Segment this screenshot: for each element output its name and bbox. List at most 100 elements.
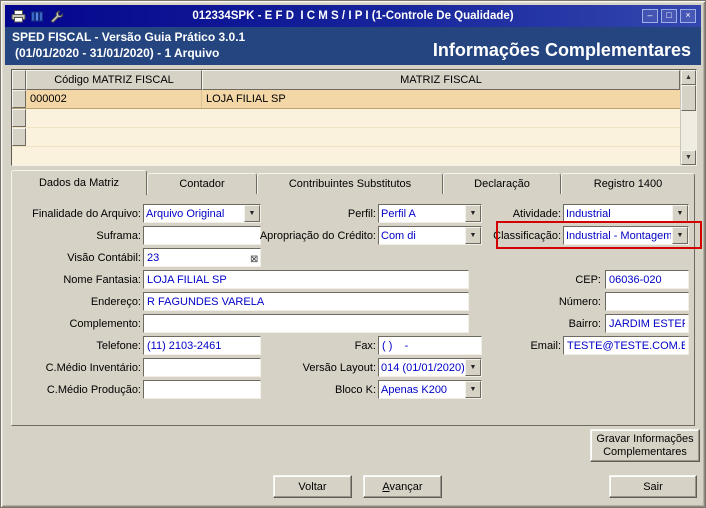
cell-matriz: LOJA FILIAL SP: [206, 93, 286, 105]
avancar-button-label: Avançar: [382, 480, 423, 493]
classificacao-select[interactable]: Industrial - Montagem ▼: [563, 226, 689, 245]
finalidade-label: Finalidade do Arquivo:: [32, 207, 141, 220]
voltar-button[interactable]: Voltar: [273, 475, 352, 498]
columns-icon[interactable]: [29, 9, 46, 24]
printer-icon[interactable]: [10, 9, 27, 24]
telefone-input[interactable]: [143, 336, 261, 355]
perfil-value: Perfil A: [381, 207, 416, 220]
cmedio-inventario-label: C.Médio Inventário:: [45, 361, 141, 374]
scrollbar-thumb[interactable]: [681, 85, 696, 111]
chevron-down-icon: ▼: [469, 364, 477, 371]
cmedio-producao-input[interactable]: [143, 380, 261, 399]
endereco-input[interactable]: [143, 292, 469, 311]
finalidade-value: Arquivo Original: [146, 207, 225, 220]
gravar-informacoes-button[interactable]: Gravar Informações Complementares: [590, 429, 700, 462]
grid-scrollbar[interactable]: ▲ ▼: [680, 70, 696, 165]
wrench-icon[interactable]: [48, 9, 65, 24]
classificacao-value: Industrial - Montagem: [566, 229, 671, 242]
versao-layout-dropdown-button[interactable]: ▼: [465, 359, 481, 376]
bairro-label: Bairro:: [568, 317, 601, 330]
telefone-label: Telefone:: [96, 339, 141, 352]
app-header: SPED FISCAL - Versão Guia Prático 3.0.1 …: [5, 27, 701, 65]
window-title: 012334SPK - E F D I C M S / I P I (1-Con…: [192, 10, 514, 22]
application-window: 012334SPK - E F D I C M S / I P I (1-Con…: [0, 0, 706, 508]
app-subtitle-line1: SPED FISCAL - Versão Guia Prático 3.0.1: [12, 30, 246, 44]
scroll-down-button[interactable]: ▼: [681, 150, 696, 165]
close-button[interactable]: ×: [680, 9, 696, 23]
grid-empty-area: [12, 147, 680, 165]
bloco-k-label: Bloco K:: [335, 383, 376, 396]
arrow-down-icon: ▼: [685, 154, 692, 161]
row-indicator: [12, 128, 26, 146]
bloco-k-value: Apenas K200: [381, 383, 448, 396]
grid-empty-row[interactable]: [12, 109, 680, 128]
cmedio-inventario-input[interactable]: [143, 358, 261, 377]
sair-button-label: Sair: [643, 480, 663, 493]
tab-dados-da-matriz[interactable]: Dados da Matriz: [11, 170, 147, 195]
maximize-button[interactable]: □: [661, 9, 677, 23]
arrow-up-icon: ▲: [685, 74, 692, 81]
voltar-button-label: Voltar: [298, 480, 327, 493]
chevron-down-icon: ▼: [676, 210, 684, 217]
tab-contador[interactable]: Contador: [147, 173, 257, 194]
complemento-label: Complemento:: [69, 317, 141, 330]
grid-corner-cell: [12, 70, 26, 90]
cell-codigo: 000002: [26, 90, 202, 108]
bairro-input[interactable]: [605, 314, 689, 333]
fax-input[interactable]: [378, 336, 482, 355]
grid-header-matriz[interactable]: MATRIZ FISCAL: [202, 70, 680, 90]
app-subtitle-line2: (01/01/2020 - 31/01/2020) - 1 Arquivo: [15, 46, 220, 60]
numero-label: Número:: [558, 295, 601, 308]
visao-contabil-label: Visão Contábil:: [67, 251, 141, 264]
row-indicator: [12, 109, 26, 127]
nome-fantasia-label: Nome Fantasia:: [63, 273, 141, 286]
atividade-value: Industrial: [566, 207, 611, 220]
atividade-dropdown-button[interactable]: ▼: [672, 205, 688, 222]
bloco-k-select[interactable]: Apenas K200 ▼: [378, 380, 482, 399]
tab-contribuintes-substitutos[interactable]: Contribuintes Substitutos: [257, 173, 443, 194]
email-label: Email:: [530, 339, 561, 352]
perfil-label: Perfil:: [347, 207, 376, 220]
avancar-button[interactable]: Avançar: [363, 475, 442, 498]
perfil-select[interactable]: Perfil A ▼: [378, 204, 482, 223]
suframa-input[interactable]: [143, 226, 261, 245]
clear-box-icon[interactable]: ⊠: [250, 255, 258, 265]
chevron-down-icon: ▼: [469, 232, 477, 239]
atividade-label: Atividade:: [512, 207, 561, 220]
gravar-button-line1: Gravar Informações: [596, 432, 694, 445]
versao-layout-select[interactable]: 014 (01/01/2020) ▼: [378, 358, 482, 377]
tab-declaracao[interactable]: Declaração: [443, 173, 561, 194]
grid-empty-row[interactable]: [12, 128, 680, 147]
bloco-k-dropdown-button[interactable]: ▼: [465, 381, 481, 398]
page-title: Informações Complementares: [432, 40, 691, 60]
apropriacao-value: Com di: [381, 229, 416, 242]
suframa-label: Suframa:: [96, 229, 141, 242]
complemento-input[interactable]: [143, 314, 469, 333]
minimize-button[interactable]: –: [642, 9, 658, 23]
finalidade-select[interactable]: Arquivo Original ▼: [143, 204, 261, 223]
numero-input[interactable]: [605, 292, 689, 311]
grid-row-selected[interactable]: 000002 LOJA FILIAL SP: [12, 90, 680, 109]
nome-fantasia-input[interactable]: [143, 270, 469, 289]
classificacao-dropdown-button[interactable]: ▼: [672, 227, 688, 244]
chevron-down-icon: ▼: [469, 210, 477, 217]
fax-label: Fax:: [354, 339, 376, 352]
cmedio-producao-label: C.Médio Produção:: [46, 383, 141, 396]
atividade-select[interactable]: Industrial ▼: [563, 204, 689, 223]
cep-label: CEP:: [575, 273, 601, 286]
cep-input[interactable]: [605, 270, 689, 289]
title-bar: 012334SPK - E F D I C M S / I P I (1-Con…: [5, 5, 701, 27]
apropriacao-label: Apropriação do Crédito:: [259, 229, 376, 242]
visao-contabil-input[interactable]: [143, 248, 261, 267]
matriz-fiscal-grid: Código MATRIZ FISCAL MATRIZ FISCAL 00000…: [11, 69, 697, 166]
tab-registro-1400[interactable]: Registro 1400: [561, 173, 695, 194]
endereco-label: Endereço:: [90, 295, 141, 308]
chevron-down-icon: ▼: [469, 386, 477, 393]
email-input[interactable]: [563, 336, 689, 355]
scroll-up-button[interactable]: ▲: [681, 70, 696, 85]
versao-layout-value: 014 (01/01/2020): [381, 361, 464, 374]
grid-header-codigo[interactable]: Código MATRIZ FISCAL: [26, 70, 202, 90]
apropriacao-select[interactable]: Com di ▼: [378, 226, 482, 245]
gravar-button-line2: Complementares: [603, 445, 687, 458]
sair-button[interactable]: Sair: [609, 475, 697, 498]
